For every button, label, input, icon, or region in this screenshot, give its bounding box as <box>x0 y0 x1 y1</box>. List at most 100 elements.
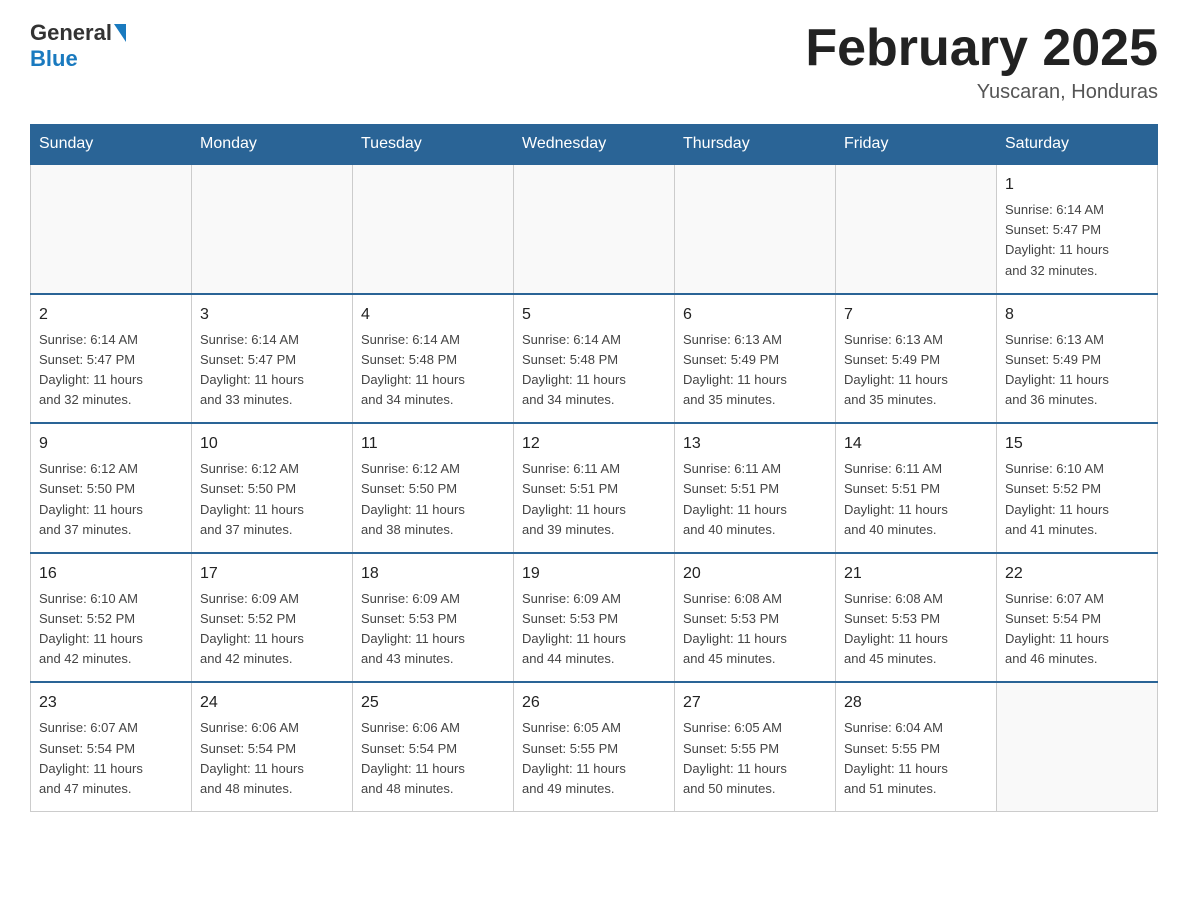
day-number: 11 <box>361 432 505 456</box>
calendar-cell: 28 Sunrise: 6:04 AMSunset: 5:55 PMDayligh… <box>836 682 997 811</box>
calendar-cell: 15 Sunrise: 6:10 AMSunset: 5:52 PMDayligh… <box>997 423 1158 553</box>
calendar-cell: 20 Sunrise: 6:08 AMSunset: 5:53 PMDayligh… <box>675 553 836 683</box>
day-number: 9 <box>39 432 183 456</box>
week-row-3: 9 Sunrise: 6:12 AMSunset: 5:50 PMDaylight… <box>31 423 1158 553</box>
week-row-2: 2 Sunrise: 6:14 AMSunset: 5:47 PMDaylight… <box>31 294 1158 424</box>
day-info: Sunrise: 6:05 AMSunset: 5:55 PMDaylight:… <box>522 718 666 799</box>
day-number: 4 <box>361 303 505 327</box>
logo-triangle-icon <box>114 24 126 42</box>
day-number: 15 <box>1005 432 1149 456</box>
day-info: Sunrise: 6:07 AMSunset: 5:54 PMDaylight:… <box>1005 589 1149 670</box>
day-info: Sunrise: 6:08 AMSunset: 5:53 PMDaylight:… <box>683 589 827 670</box>
calendar-cell: 26Sunrise: 6:05 AMSunset: 5:55 PMDayligh… <box>514 682 675 811</box>
day-number: 20 <box>683 562 827 586</box>
calendar-cell: 3 Sunrise: 6:14 AMSunset: 5:47 PMDaylight… <box>192 294 353 424</box>
day-info: Sunrise: 6:13 AMSunset: 5:49 PMDaylight:… <box>1005 330 1149 411</box>
day-number: 13 <box>683 432 827 456</box>
day-info: Sunrise: 6:14 AMSunset: 5:47 PMDaylight:… <box>200 330 344 411</box>
day-info: Sunrise: 6:12 AMSunset: 5:50 PMDaylight:… <box>39 459 183 540</box>
day-info: Sunrise: 6:13 AMSunset: 5:49 PMDaylight:… <box>844 330 988 411</box>
weekday-header-tuesday: Tuesday <box>353 125 514 165</box>
calendar-cell: 21Sunrise: 6:08 AMSunset: 5:53 PMDayligh… <box>836 553 997 683</box>
day-info: Sunrise: 6:05 AMSunset: 5:55 PMDaylight:… <box>683 718 827 799</box>
calendar-cell: 7 Sunrise: 6:13 AMSunset: 5:49 PMDaylight… <box>836 294 997 424</box>
calendar-cell: 2Sunrise: 6:14 AMSunset: 5:47 PMDaylight… <box>31 294 192 424</box>
day-number: 5 <box>522 303 666 327</box>
calendar-cell: 11 Sunrise: 6:12 AMSunset: 5:50 PMDayligh… <box>353 423 514 553</box>
day-number: 1 <box>1005 173 1149 197</box>
day-number: 12 <box>522 432 666 456</box>
calendar-cell <box>836 164 997 294</box>
day-number: 28 <box>844 691 988 715</box>
day-info: Sunrise: 6:14 AMSunset: 5:48 PMDaylight:… <box>361 330 505 411</box>
day-number: 23 <box>39 691 183 715</box>
day-number: 18 <box>361 562 505 586</box>
calendar-cell: 25Sunrise: 6:06 AMSunset: 5:54 PMDayligh… <box>353 682 514 811</box>
day-info: Sunrise: 6:14 AMSunset: 5:48 PMDaylight:… <box>522 330 666 411</box>
calendar-cell <box>514 164 675 294</box>
logo: General Blue <box>30 20 128 72</box>
day-number: 16 <box>39 562 183 586</box>
week-row-4: 16 Sunrise: 6:10 AMSunset: 5:52 PMDayligh… <box>31 553 1158 683</box>
day-number: 14 <box>844 432 988 456</box>
day-info: Sunrise: 6:12 AMSunset: 5:50 PMDaylight:… <box>200 459 344 540</box>
day-info: Sunrise: 6:06 AMSunset: 5:54 PMDaylight:… <box>200 718 344 799</box>
calendar-cell: 27 Sunrise: 6:05 AMSunset: 5:55 PMDayligh… <box>675 682 836 811</box>
day-info: Sunrise: 6:11 AMSunset: 5:51 PMDaylight:… <box>683 459 827 540</box>
week-row-5: 23 Sunrise: 6:07 AMSunset: 5:54 PMDayligh… <box>31 682 1158 811</box>
day-number: 17 <box>200 562 344 586</box>
calendar-cell: 24 Sunrise: 6:06 AMSunset: 5:54 PMDayligh… <box>192 682 353 811</box>
week-row-1: 1 Sunrise: 6:14 AMSunset: 5:47 PMDaylight… <box>31 164 1158 294</box>
day-info: Sunrise: 6:13 AMSunset: 5:49 PMDaylight:… <box>683 330 827 411</box>
day-info: Sunrise: 6:14 AMSunset: 5:47 PMDaylight:… <box>1005 200 1149 281</box>
day-info: Sunrise: 6:06 AMSunset: 5:54 PMDaylight:… <box>361 718 505 799</box>
calendar-cell: 5 Sunrise: 6:14 AMSunset: 5:48 PMDaylight… <box>514 294 675 424</box>
weekday-header-friday: Friday <box>836 125 997 165</box>
calendar-cell: 14 Sunrise: 6:11 AMSunset: 5:51 PMDayligh… <box>836 423 997 553</box>
calendar-cell: 1 Sunrise: 6:14 AMSunset: 5:47 PMDaylight… <box>997 164 1158 294</box>
calendar-cell: 8 Sunrise: 6:13 AMSunset: 5:49 PMDaylight… <box>997 294 1158 424</box>
logo-general-text: General <box>30 20 112 46</box>
weekday-header-sunday: Sunday <box>31 125 192 165</box>
day-number: 2 <box>39 303 183 327</box>
day-info: Sunrise: 6:11 AMSunset: 5:51 PMDaylight:… <box>844 459 988 540</box>
day-number: 27 <box>683 691 827 715</box>
calendar-cell: 10 Sunrise: 6:12 AMSunset: 5:50 PMDayligh… <box>192 423 353 553</box>
weekday-header-saturday: Saturday <box>997 125 1158 165</box>
calendar-cell: 16 Sunrise: 6:10 AMSunset: 5:52 PMDayligh… <box>31 553 192 683</box>
calendar-cell: 17 Sunrise: 6:09 AMSunset: 5:52 PMDayligh… <box>192 553 353 683</box>
day-number: 6 <box>683 303 827 327</box>
weekday-header-wednesday: Wednesday <box>514 125 675 165</box>
day-info: Sunrise: 6:12 AMSunset: 5:50 PMDaylight:… <box>361 459 505 540</box>
calendar-cell: 18Sunrise: 6:09 AMSunset: 5:53 PMDayligh… <box>353 553 514 683</box>
calendar-cell: 19 Sunrise: 6:09 AMSunset: 5:53 PMDayligh… <box>514 553 675 683</box>
title-section: February 2025 Yuscaran, Honduras <box>805 20 1158 104</box>
calendar-cell <box>192 164 353 294</box>
day-info: Sunrise: 6:07 AMSunset: 5:54 PMDaylight:… <box>39 718 183 799</box>
day-number: 3 <box>200 303 344 327</box>
day-info: Sunrise: 6:09 AMSunset: 5:53 PMDaylight:… <box>522 589 666 670</box>
day-info: Sunrise: 6:09 AMSunset: 5:52 PMDaylight:… <box>200 589 344 670</box>
day-info: Sunrise: 6:10 AMSunset: 5:52 PMDaylight:… <box>1005 459 1149 540</box>
day-info: Sunrise: 6:10 AMSunset: 5:52 PMDaylight:… <box>39 589 183 670</box>
calendar-cell: 4 Sunrise: 6:14 AMSunset: 5:48 PMDaylight… <box>353 294 514 424</box>
calendar-table: SundayMondayTuesdayWednesdayThursdayFrid… <box>30 124 1158 812</box>
calendar-cell <box>675 164 836 294</box>
day-info: Sunrise: 6:04 AMSunset: 5:55 PMDaylight:… <box>844 718 988 799</box>
logo-blue-text: Blue <box>30 46 78 71</box>
page-header: General Blue February 2025 Yuscaran, Hon… <box>30 20 1158 104</box>
day-number: 24 <box>200 691 344 715</box>
calendar-cell: 9 Sunrise: 6:12 AMSunset: 5:50 PMDaylight… <box>31 423 192 553</box>
calendar-cell: 13 Sunrise: 6:11 AMSunset: 5:51 PMDayligh… <box>675 423 836 553</box>
calendar-cell <box>997 682 1158 811</box>
calendar-cell <box>31 164 192 294</box>
calendar-cell: 12Sunrise: 6:11 AMSunset: 5:51 PMDayligh… <box>514 423 675 553</box>
day-number: 10 <box>200 432 344 456</box>
day-number: 8 <box>1005 303 1149 327</box>
weekday-header-thursday: Thursday <box>675 125 836 165</box>
weekday-header-row: SundayMondayTuesdayWednesdayThursdayFrid… <box>31 125 1158 165</box>
calendar-cell: 6 Sunrise: 6:13 AMSunset: 5:49 PMDaylight… <box>675 294 836 424</box>
day-number: 19 <box>522 562 666 586</box>
day-number: 22 <box>1005 562 1149 586</box>
day-number: 7 <box>844 303 988 327</box>
